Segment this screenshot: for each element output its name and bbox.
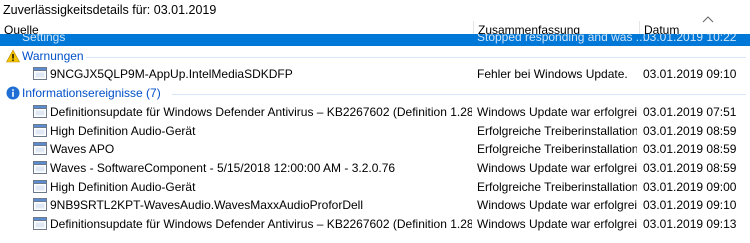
row-source: Waves - SoftwareComponent - 5/15/2018 12…	[50, 161, 396, 175]
row-date: 03.01.2019 09:10	[643, 198, 737, 212]
row-date: 03.01.2019 09:00	[643, 180, 737, 194]
table-row[interactable]: 9NCGJX5QLP9M-AppUp.IntelMediaSDKDFP Fehl…	[0, 65, 750, 83]
row-date: 03.01.2019 09:10	[643, 67, 737, 81]
table-row[interactable]: 9NB9SRTL2KPT-WavesAudio.WavesMaxxAudioPr…	[0, 196, 750, 214]
row-date: 03.01.2019 08:59	[643, 142, 737, 156]
table-row[interactable]: Waves APO Erfolgreiche Treiberinstallati…	[0, 140, 750, 158]
application-icon	[33, 124, 47, 137]
warning-icon	[6, 49, 20, 63]
application-icon	[33, 142, 47, 155]
row-summary: Erfolgreiche Treiberinstallation	[477, 142, 637, 156]
row-summary: Windows Update war erfolgrei...	[477, 161, 637, 175]
window-title: Zuverlässigkeitsdetails für: 03.01.2019	[3, 3, 217, 17]
row-date: 03.01.2019 10:22	[643, 34, 737, 44]
application-icon	[33, 67, 47, 80]
row-summary: Fehler bei Windows Update.	[477, 67, 628, 81]
info-icon	[6, 86, 20, 100]
row-date: 03.01.2019 09:13	[643, 217, 737, 231]
row-source: Definitionsupdate für Windows Defender A…	[50, 217, 472, 231]
row-source: High Definition Audio-Gerät	[50, 180, 196, 194]
application-icon	[33, 217, 47, 230]
row-summary: Stopped responding and was ...	[477, 34, 646, 44]
row-date: 03.01.2019 07:51	[643, 105, 737, 119]
selected-table-row[interactable]: Settings Stopped responding and was ... …	[0, 34, 750, 46]
table-row[interactable]: Waves - SoftwareComponent - 5/15/2018 12…	[0, 159, 750, 177]
table-row[interactable]: Definitionsupdate für Windows Defender A…	[0, 215, 750, 233]
application-icon	[33, 161, 47, 174]
group-label: Informationsereignisse (7)	[22, 86, 161, 100]
application-icon	[33, 198, 47, 211]
row-summary: Windows Update war erfolgrei...	[477, 105, 637, 119]
row-source: Definitionsupdate für Windows Defender A…	[50, 105, 472, 119]
row-source: 9NB9SRTL2KPT-WavesAudio.WavesMaxxAudioPr…	[50, 198, 364, 212]
table-row[interactable]: High Definition Audio-Gerät Erfolgreiche…	[0, 178, 750, 196]
row-source: 9NCGJX5QLP9M-AppUp.IntelMediaSDKDFP	[50, 67, 293, 81]
application-icon	[33, 180, 47, 193]
row-source: High Definition Audio-Gerät	[50, 124, 196, 138]
group-label: Warnungen	[22, 49, 84, 63]
row-summary: Erfolgreiche Treiberinstallation	[477, 180, 637, 194]
table-row[interactable]: High Definition Audio-Gerät Erfolgreiche…	[0, 122, 750, 140]
row-source: Waves APO	[50, 142, 115, 156]
row-summary: Windows Update war erfolgrei...	[477, 217, 637, 231]
table-row[interactable]: Definitionsupdate für Windows Defender A…	[0, 103, 750, 121]
group-header-warnings[interactable]: Warnungen	[0, 48, 750, 65]
row-summary: Erfolgreiche Treiberinstallation	[477, 124, 637, 138]
row-summary: Windows Update war erfolgrei...	[477, 198, 637, 212]
row-date: 03.01.2019 08:59	[643, 161, 737, 175]
group-divider	[86, 57, 746, 58]
group-header-information[interactable]: Informationsereignisse (7)	[0, 85, 750, 102]
row-date: 03.01.2019 08:59	[643, 124, 737, 138]
sort-ascending-icon	[702, 16, 714, 23]
row-source: Settings	[22, 34, 66, 44]
group-divider	[172, 94, 746, 95]
application-icon	[33, 105, 47, 118]
